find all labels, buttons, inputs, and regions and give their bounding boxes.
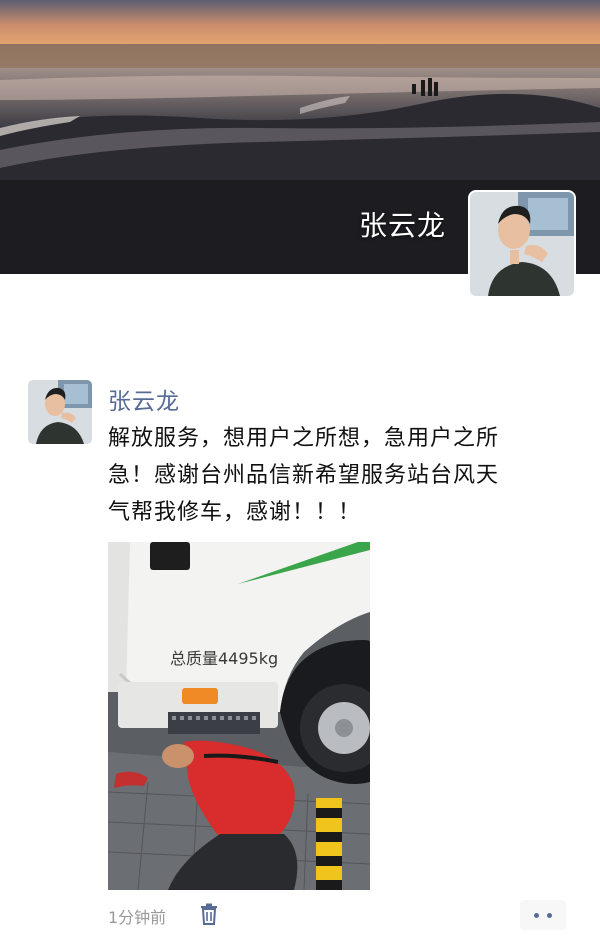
more-dots-icon	[534, 913, 539, 918]
more-dots-icon	[547, 913, 552, 918]
more-options-button[interactable]	[520, 900, 566, 930]
truck-weight-label: 总质量4495kg	[170, 649, 278, 668]
avatar-image	[470, 192, 574, 296]
post-photo[interactable]: 总质量4495kg	[108, 542, 370, 890]
trash-icon[interactable]	[200, 903, 218, 929]
truck-repair-image: 总质量4495kg	[108, 542, 370, 890]
avatar-image	[28, 380, 92, 444]
cover-avatar[interactable]	[468, 190, 576, 298]
post-author-name[interactable]: 张云龙	[108, 382, 180, 416]
cover-user-name: 张云龙	[358, 209, 446, 242]
post-timestamp: 1分钟前	[108, 908, 167, 927]
post-avatar[interactable]	[28, 380, 92, 444]
post-text: 解放服务，想用户之所想，急用户之所 急！感谢台州品信新希望服务站台风天 气帮我修…	[108, 426, 500, 525]
